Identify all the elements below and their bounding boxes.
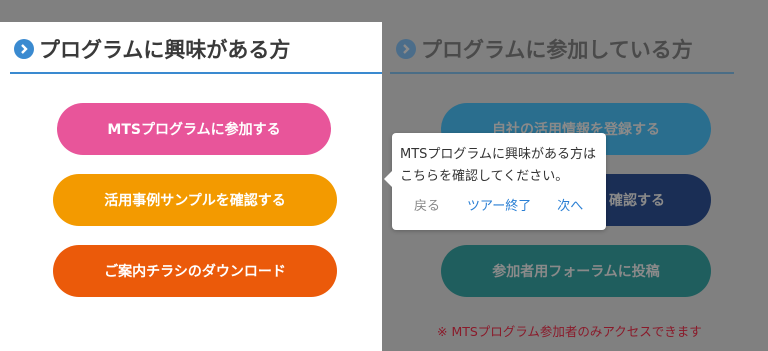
- view-samples-label: 活用事例サンプルを確認する: [104, 193, 286, 209]
- tooltip-line-2: こちらを確認してください。: [400, 169, 569, 184]
- tour-back-button[interactable]: 戻る: [414, 195, 440, 214]
- tour-tooltip: MTSプログラムに興味がある方は こちらを確認してください。 戻る ツアー終了 …: [384, 133, 606, 230]
- confirm-label: 確認する: [609, 193, 665, 209]
- left-section-title: プログラムに興味がある方: [39, 38, 291, 62]
- tooltip-pointer: [384, 171, 392, 187]
- chevron-right-icon: [14, 39, 34, 59]
- forum-post-button[interactable]: 参加者用フォーラムに投稿: [441, 245, 711, 297]
- left-section-divider: [10, 72, 382, 74]
- tour-end-button[interactable]: ツアー終了: [467, 195, 531, 214]
- join-program-label: MTSプログラムに参加する: [107, 122, 281, 138]
- right-section-heading: プログラムに参加している方: [396, 34, 693, 64]
- download-flyer-button[interactable]: ご案内チラシのダウンロード: [53, 245, 337, 297]
- forum-post-label: 参加者用フォーラムに投稿: [492, 264, 660, 280]
- join-program-button[interactable]: MTSプログラムに参加する: [57, 103, 331, 155]
- view-samples-button[interactable]: 活用事例サンプルを確認する: [53, 174, 337, 226]
- participant-only-notice: ※ MTSプログラム参加者のみアクセスできます: [437, 324, 702, 339]
- right-section-divider: [390, 72, 734, 74]
- right-section-title: プログラムに参加している方: [421, 38, 693, 62]
- tooltip-line-1: MTSプログラムに興味がある方は: [400, 147, 597, 162]
- download-flyer-label: ご案内チラシのダウンロード: [104, 264, 286, 280]
- chevron-right-icon: [396, 39, 416, 59]
- left-section-heading: プログラムに興味がある方: [14, 34, 290, 64]
- tooltip-actions: 戻る ツアー終了 次へ: [400, 195, 598, 214]
- highlighted-section: プログラムに興味がある方 MTSプログラムに参加する 活用事例サンプルを確認する…: [0, 22, 382, 351]
- tour-next-button[interactable]: 次へ: [557, 195, 583, 214]
